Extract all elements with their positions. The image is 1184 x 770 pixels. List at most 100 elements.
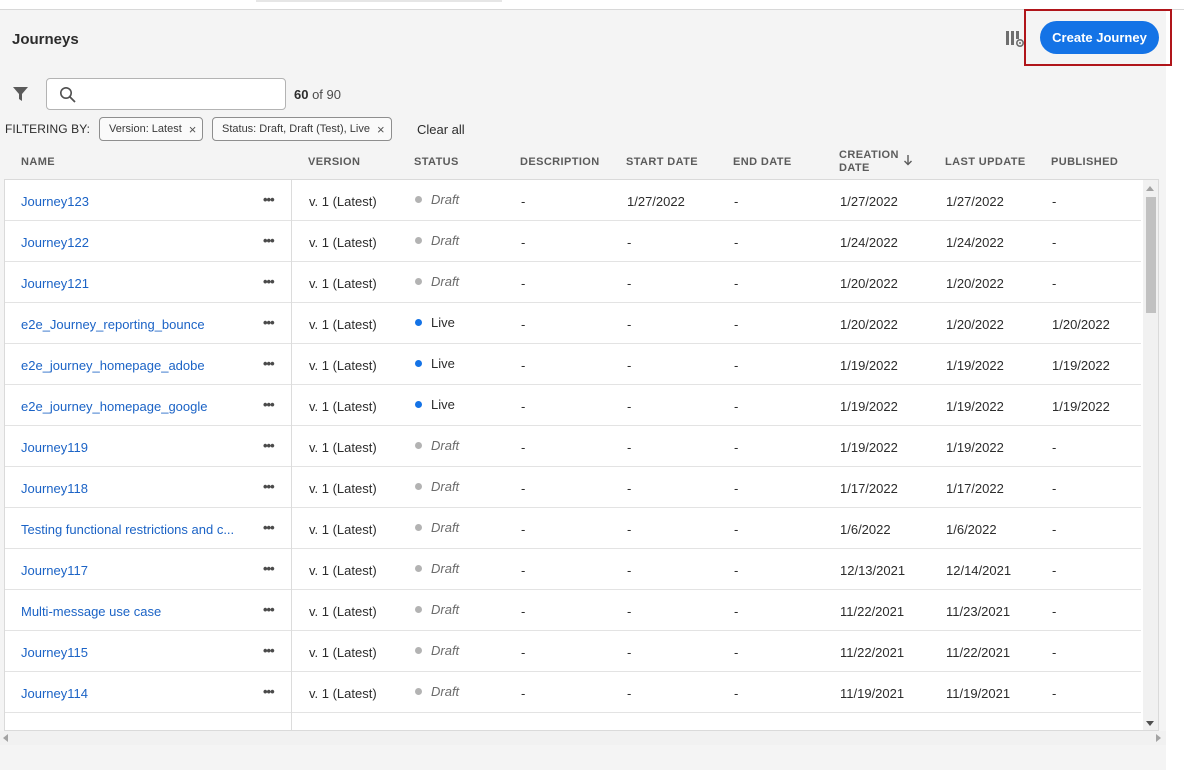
table-row[interactable]: Journey117 ••• v. 1 (Latest) Draft - - - 12/13/… xyxy=(5,549,1141,590)
table-row[interactable]: Journey122 ••• v. 1 (Latest) Draft - - - 1/24/2… xyxy=(5,221,1141,262)
status-text: Live xyxy=(431,315,455,330)
table-row[interactable]: Journey118 ••• v. 1 (Latest) Draft - - - 1/17/2… xyxy=(5,467,1141,508)
creation-date-cell: 11/19/2021 xyxy=(840,686,905,701)
column-header-name[interactable]: NAME xyxy=(21,156,55,169)
journey-name-link[interactable]: Journey122 xyxy=(21,235,89,250)
description-cell: - xyxy=(521,235,526,250)
creation-date-cell: 1/6/2022 xyxy=(840,522,891,537)
journey-name-link[interactable]: Journey118 xyxy=(21,481,88,496)
more-actions-icon[interactable]: ••• xyxy=(263,315,275,330)
journey-name-link[interactable]: Journey121 xyxy=(21,276,89,291)
creation-date-cell: 11/22/2021 xyxy=(840,645,905,660)
filter-icon[interactable] xyxy=(12,86,29,102)
journey-name-link[interactable]: Journey119 xyxy=(21,440,88,455)
more-actions-icon[interactable]: ••• xyxy=(263,684,275,699)
column-divider xyxy=(291,467,292,508)
description-cell: - xyxy=(521,604,526,619)
status-text: Draft xyxy=(431,684,460,699)
version-cell: v. 1 (Latest) xyxy=(309,399,377,414)
start-date-cell: - xyxy=(627,440,632,455)
published-cell: - xyxy=(1052,645,1057,660)
more-actions-icon[interactable]: ••• xyxy=(263,397,275,412)
create-journey-button[interactable]: Create Journey xyxy=(1040,21,1159,54)
arrow-down-icon[interactable] xyxy=(903,154,913,166)
start-date-cell: - xyxy=(627,686,632,701)
more-actions-icon[interactable]: ••• xyxy=(263,274,275,289)
scroll-down-arrow[interactable] xyxy=(1146,721,1154,726)
column-divider xyxy=(291,385,292,426)
table-row[interactable]: Testing functional restrictions and c...… xyxy=(5,508,1141,549)
filter-chip-label: Version: Latest xyxy=(109,123,182,135)
journey-name-link[interactable]: Multi-message use case xyxy=(21,604,161,619)
remove-filter-icon[interactable]: × xyxy=(377,122,385,137)
column-divider xyxy=(291,262,292,303)
scroll-right-arrow[interactable] xyxy=(1156,734,1161,742)
table-row[interactable]: Multi-message use case ••• v. 1 (Latest) Dr… xyxy=(5,590,1141,631)
status-cell: Draft xyxy=(415,684,459,699)
scroll-up-arrow[interactable] xyxy=(1146,186,1154,191)
version-cell: v. 1 (Latest) xyxy=(309,604,377,619)
search-box[interactable] xyxy=(46,78,286,110)
status-text: Live xyxy=(431,397,455,412)
more-actions-icon[interactable]: ••• xyxy=(263,479,275,494)
journey-name-link[interactable]: Journey114 xyxy=(21,686,88,701)
status-dot-icon xyxy=(415,606,422,613)
more-actions-icon[interactable]: ••• xyxy=(263,438,275,453)
last-update-cell: 11/19/2021 xyxy=(946,686,1011,701)
column-header-published[interactable]: PUBLISHED xyxy=(1051,156,1118,169)
more-actions-icon[interactable]: ••• xyxy=(263,192,275,207)
journey-name-link[interactable]: e2e_journey_homepage_google xyxy=(21,399,208,414)
more-actions-icon[interactable]: ••• xyxy=(263,561,275,576)
column-header-creation-date[interactable]: CREATION DATE xyxy=(839,149,899,175)
journey-name-link[interactable]: Testing functional restrictions and c... xyxy=(21,522,234,537)
published-cell: - xyxy=(1052,522,1057,537)
column-header-last-update[interactable]: LAST UPDATE xyxy=(945,156,1026,169)
table-row[interactable] xyxy=(5,713,1141,730)
table-row[interactable]: e2e_journey_homepage_adobe ••• v. 1 (Lates… xyxy=(5,344,1141,385)
column-settings-icon[interactable] xyxy=(1005,29,1025,49)
horizontal-scrollbar[interactable] xyxy=(0,731,1166,745)
start-date-cell: - xyxy=(627,358,632,373)
description-cell: - xyxy=(521,317,526,332)
scroll-left-arrow[interactable] xyxy=(3,734,8,742)
result-count-shown: 60 xyxy=(294,87,309,102)
version-cell: v. 1 (Latest) xyxy=(309,686,377,701)
column-header-creation-line2: DATE xyxy=(839,162,870,174)
more-actions-icon[interactable]: ••• xyxy=(263,233,275,248)
clear-all-button[interactable]: Clear all xyxy=(417,122,465,137)
journey-name-link[interactable]: Journey123 xyxy=(21,194,89,209)
table-row[interactable]: Journey115 ••• v. 1 (Latest) Draft - - - 11/22/… xyxy=(5,631,1141,672)
status-cell: Draft xyxy=(415,561,459,576)
table-row[interactable]: Journey123 ••• v. 1 (Latest) Draft - 1/27/202… xyxy=(5,180,1141,221)
search-input[interactable] xyxy=(83,83,279,105)
filter-chip-status[interactable]: Status: Draft, Draft (Test), Live × xyxy=(212,117,392,141)
version-cell: v. 1 (Latest) xyxy=(309,645,377,660)
table-row[interactable]: Journey121 ••• v. 1 (Latest) Draft - - - 1/20/2… xyxy=(5,262,1141,303)
journey-name-link[interactable]: e2e_journey_homepage_adobe xyxy=(21,358,205,373)
journey-name-link[interactable]: e2e_Journey_reporting_bounce xyxy=(21,317,205,332)
more-actions-icon[interactable]: ••• xyxy=(263,356,275,371)
remove-filter-icon[interactable]: × xyxy=(189,122,197,137)
published-cell: - xyxy=(1052,686,1057,701)
scroll-thumb[interactable] xyxy=(1146,197,1156,313)
table-row[interactable]: Journey114 ••• v. 1 (Latest) Draft - - - 11/19/… xyxy=(5,672,1141,713)
column-header-description[interactable]: DESCRIPTION xyxy=(520,156,600,169)
journey-name-link[interactable]: Journey117 xyxy=(21,563,88,578)
column-header-version[interactable]: VERSION xyxy=(308,156,360,169)
more-actions-icon[interactable]: ••• xyxy=(263,643,275,658)
more-actions-icon[interactable]: ••• xyxy=(263,520,275,535)
vertical-scrollbar[interactable] xyxy=(1143,180,1158,730)
table-row[interactable]: e2e_journey_homepage_google ••• v. 1 (Late… xyxy=(5,385,1141,426)
journey-name-link[interactable]: Journey115 xyxy=(21,645,88,660)
last-update-cell: 1/19/2022 xyxy=(946,358,1004,373)
filter-chip-version[interactable]: Version: Latest × xyxy=(99,117,204,141)
table-row[interactable]: Journey119 ••• v. 1 (Latest) Draft - - - 1/19/2… xyxy=(5,426,1141,467)
column-header-end-date[interactable]: END DATE xyxy=(733,156,792,169)
status-text: Draft xyxy=(431,643,460,658)
column-header-start-date[interactable]: START DATE xyxy=(626,156,698,169)
table-row[interactable]: e2e_Journey_reporting_bounce ••• v. 1 (Lat… xyxy=(5,303,1141,344)
column-header-status[interactable]: STATUS xyxy=(414,156,459,169)
more-actions-icon[interactable]: ••• xyxy=(263,602,275,617)
creation-date-cell: 1/20/2022 xyxy=(840,317,898,332)
start-date-cell: - xyxy=(627,645,632,660)
